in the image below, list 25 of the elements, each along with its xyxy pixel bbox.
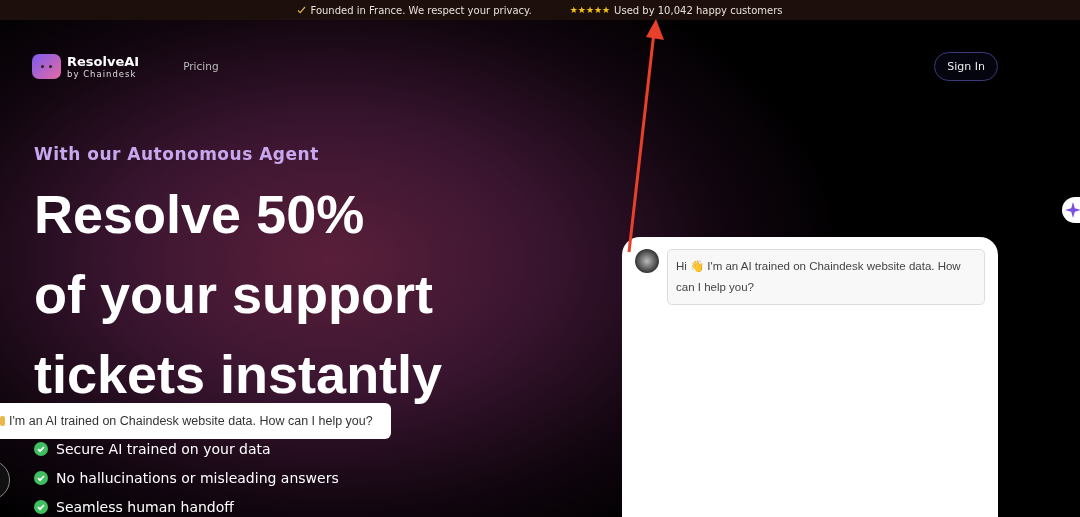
feature-text: No hallucinations or misleading answers xyxy=(56,469,339,486)
sparkle-icon xyxy=(1065,202,1080,218)
hero-eyebrow: With our Autonomous Agent xyxy=(34,144,320,164)
chat-popup[interactable]: I'm an AI trained on Chaindesk website data. How can I help you? xyxy=(0,403,391,439)
brand-subtitle: by Chaindesk xyxy=(67,68,138,79)
check-circle-icon xyxy=(34,441,48,456)
feature-text: Secure AI trained on your data xyxy=(56,440,271,457)
sign-in-button[interactable]: Sign In xyxy=(934,51,998,81)
nav-link[interactable]: Pricing xyxy=(183,60,219,72)
brand-name[interactable]: ResolveAI xyxy=(67,53,140,69)
check-icon xyxy=(297,6,307,14)
popup-message: I'm an AI trained on Chaindesk website data. How can I help you? xyxy=(9,414,373,428)
star-rating: ★★★★★ xyxy=(569,5,611,15)
check-circle-icon xyxy=(34,499,48,514)
hero-headline: of your support xyxy=(34,266,433,322)
feature-text: Seamless human handoff xyxy=(56,498,234,515)
hero-headline: Resolve 50% xyxy=(34,186,365,242)
chat-message: Hi 👋 I'm an AI trained on Chaindesk website data. How can I help you? xyxy=(667,249,985,305)
hero-headline: tickets instantly xyxy=(34,346,443,402)
bot-avatar xyxy=(635,249,659,273)
check-circle-icon xyxy=(34,470,48,485)
privacy-note: Founded in France. We respect your privacy. xyxy=(310,4,532,16)
wave-icon xyxy=(0,416,5,426)
robot-logo-icon xyxy=(32,53,61,79)
customer-count: Used by 10,042 happy customers xyxy=(614,4,783,16)
